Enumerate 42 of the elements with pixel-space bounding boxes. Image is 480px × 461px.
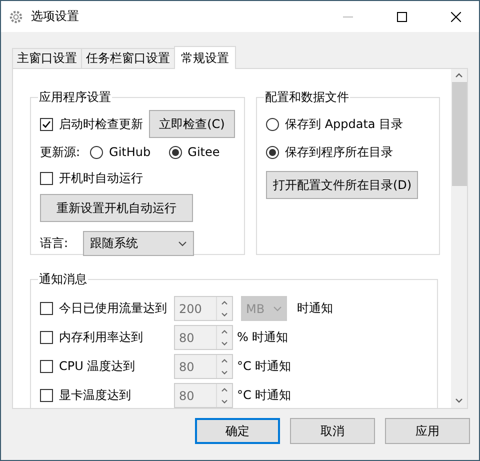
notify-suffix: % 时通知 (237, 329, 288, 346)
checkbox-label: 显卡温度达到 (59, 387, 131, 404)
radio-button[interactable] (266, 118, 279, 130)
gear-icon (9, 10, 23, 24)
window-title: 选项设置 (31, 8, 80, 25)
checkbox-label: 启动时检查更新 (59, 116, 143, 132)
notify-suffix: °C 时通知 (237, 358, 292, 375)
group-title: 应用程序设置 (38, 89, 112, 106)
open-config-folder-button[interactable]: 打开配置文件所在目录(D) (266, 171, 418, 199)
caret-icon (273, 306, 282, 312)
checkbox-label: CPU 温度达到 (59, 358, 136, 375)
group-title: 通知消息 (38, 271, 88, 288)
checkbox-label: 今日已使用流量达到 (59, 300, 167, 317)
checkbox[interactable] (40, 118, 53, 130)
close-icon (451, 12, 461, 22)
checkbox-label: 开机时自动运行 (59, 170, 143, 186)
reset-autorun-button[interactable]: 重新设置开机自动运行 (40, 194, 193, 222)
language-dropdown[interactable]: 跟随系统 (83, 231, 194, 256)
notify-suffix: °C 时通知 (237, 387, 292, 404)
checkbox-label: 内存利用率达到 (59, 329, 143, 346)
checkmark-icon (42, 120, 51, 128)
radio-button[interactable] (168, 146, 182, 158)
source-label: 更新源: (40, 144, 80, 160)
scrollbar-thumb[interactable] (452, 82, 466, 186)
ok-button[interactable]: 确定 (195, 418, 280, 444)
radio-label: 保存到程序所在目录 (285, 144, 393, 160)
notify-suffix: 时通知 (297, 300, 333, 317)
radio-button[interactable] (90, 146, 104, 158)
language-label: 语言: (40, 235, 68, 252)
group-title: 配置和数据文件 (264, 89, 350, 106)
caret-icon (178, 240, 188, 246)
radio-label: 保存到 Appdata 目录 (285, 116, 404, 132)
tab[interactable]: 常规设置 (174, 46, 236, 69)
cancel-button[interactable]: 取消 (290, 418, 375, 444)
radio-label: GitHub (109, 145, 151, 159)
tab[interactable]: 主窗口设置 (12, 48, 82, 68)
radio-label: Gitee (188, 145, 220, 159)
maximize-icon (397, 12, 407, 22)
radio-button[interactable] (266, 146, 279, 158)
apply-button[interactable]: 应用 (385, 418, 470, 444)
check-now-button[interactable]: 立即检查(C) (149, 110, 235, 138)
checkbox[interactable] (40, 172, 53, 184)
